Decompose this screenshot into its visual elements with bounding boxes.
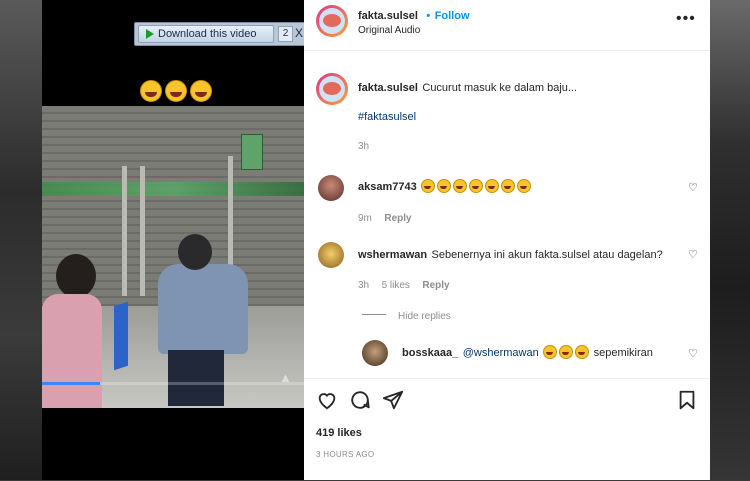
reply-avatar[interactable] [362,340,388,366]
video-frame [42,106,304,408]
comment-heart-icon[interactable]: ♡ [688,250,698,261]
reply-emojis [543,344,590,359]
adult-figure [152,234,250,406]
heart-icon[interactable] [316,389,338,411]
comment-text: Sebenernya ini akun fakta.sulsel atau da… [431,249,663,261]
laughing-emoji-icon [165,80,187,102]
comment: aksam7743 [358,177,532,195]
close-download-bar-button[interactable]: X [295,25,303,41]
download-video-button[interactable]: Download this video [138,25,274,43]
laughing-emoji-icon [190,80,212,102]
caption-username[interactable]: fakta.sulsel [358,82,418,94]
comment-time: 3h [358,280,370,291]
download-label: Download this video [158,28,257,40]
post-username[interactable]: fakta.sulsel [358,10,418,22]
comment-time: 9m [358,213,372,224]
emoji-icon [437,178,452,193]
video-emoji-overlay [140,80,212,102]
reply-text: sepemikiran [593,347,653,359]
emoji-icon [517,178,532,193]
emoji-icon [453,178,468,193]
reply-button[interactable]: Reply [422,280,449,291]
reply: bosskaaa_ @wshermawan sepemikiran [402,343,682,361]
comment-heart-icon[interactable]: ♡ [688,183,698,194]
more-icon[interactable]: ••• [676,10,696,28]
volume-icon[interactable]: ▲ [279,370,293,386]
background-blur-left [0,0,42,480]
caption-hashtag[interactable]: #faktasulsel [358,111,416,123]
instagram-post-panel: fakta.sulsel • Follow Original Audio •••… [304,0,710,480]
video-progress-fill [42,382,100,385]
reply-heart-icon[interactable]: ♡ [688,349,698,360]
caption-time: 3h [358,141,370,152]
emoji-icon [501,178,516,193]
laughing-emoji-icon [140,80,162,102]
author-avatar[interactable] [316,5,348,37]
caption: fakta.sulsel Cucurut masuk ke dalam baju… [358,78,698,96]
replies-divider [362,314,386,316]
emoji-icon [485,178,500,193]
post-actions: 419 likes 3 HOURS AGO [304,378,710,481]
comment-username[interactable]: aksam7743 [358,181,417,193]
reply-username[interactable]: bosskaaa_ [402,347,458,359]
emoji-icon [421,178,436,193]
door-pole [122,166,127,296]
wall-sign [241,134,263,170]
video-progress-bar[interactable] [42,382,304,385]
bookmark-icon[interactable] [676,389,698,411]
door-pole [140,166,145,296]
wall-stripe [42,182,304,196]
blue-object [114,301,128,371]
comment-username[interactable]: wshermawan [358,249,427,261]
caption-avatar[interactable] [316,73,348,105]
caption-text: Cucurut masuk ke dalam baju... [422,82,578,94]
comment-emojis [421,178,532,193]
download-toolbar: Download this video 2 X [134,22,304,46]
emoji-icon [469,178,484,193]
comment-likes[interactable]: 5 likes [382,280,410,291]
comment-avatar[interactable] [318,175,344,201]
emoji-icon [559,344,574,359]
likes-count[interactable]: 419 likes [316,427,362,439]
comment: wshermawan Sebenernya ini akun fakta.sul… [358,245,678,263]
reply-button[interactable]: Reply [384,213,411,224]
emoji-icon [575,344,590,359]
follow-button[interactable]: Follow [435,10,470,22]
reply-mention[interactable]: @wshermawan [463,347,539,359]
follow-separator: • [426,10,431,22]
hide-replies-toggle[interactable]: Hide replies [362,306,451,324]
video-player[interactable]: Download this video 2 X ▲ [42,0,304,480]
post-header: fakta.sulsel • Follow Original Audio ••• [304,0,710,51]
post-timestamp: 3 HOURS AGO [316,450,375,459]
audio-label[interactable]: Original Audio [358,25,420,36]
comment-icon[interactable] [349,389,371,411]
play-icon [146,29,154,39]
share-icon[interactable] [382,389,404,411]
background-blur-right [710,0,750,480]
download-count-badge[interactable]: 2 [278,26,293,42]
emoji-icon [543,344,558,359]
comment-avatar[interactable] [318,242,344,268]
